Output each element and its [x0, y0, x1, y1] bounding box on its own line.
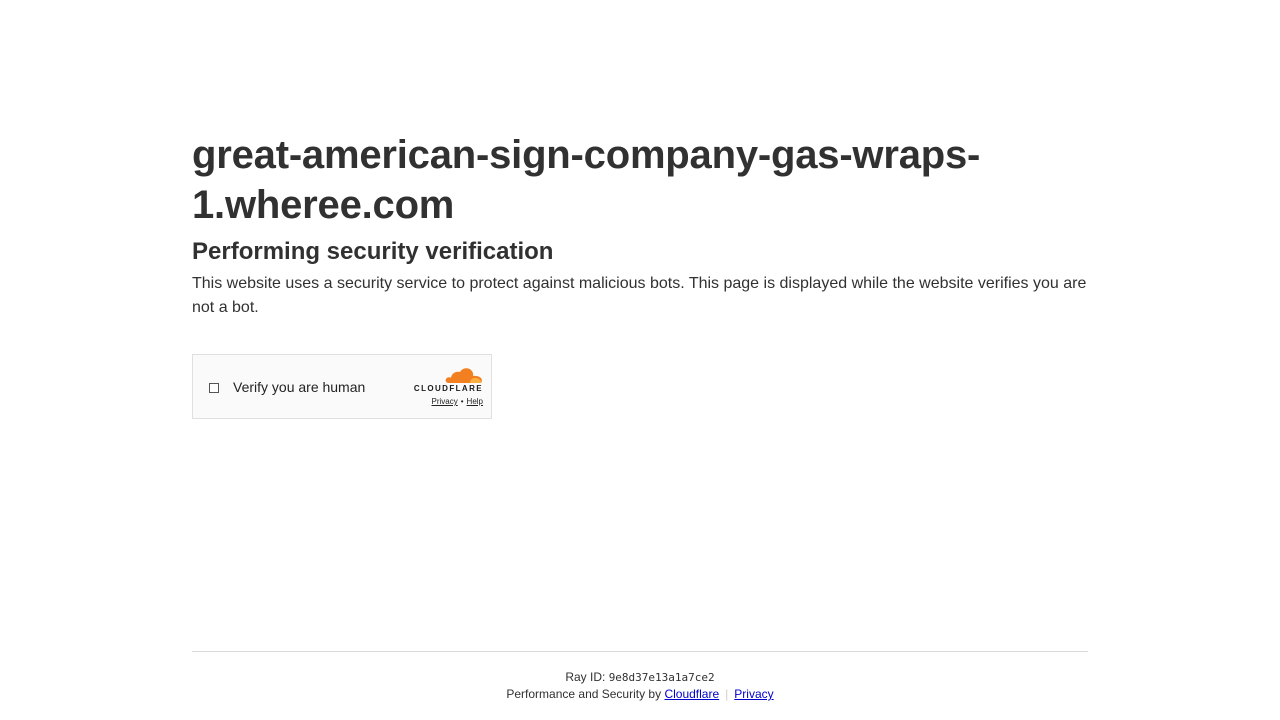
widget-help-link[interactable]: Help — [467, 397, 483, 406]
ray-id-value: 9e8d37e13a1a7ce2 — [608, 671, 715, 684]
performance-row: Performance and Security by Cloudflare | P… — [192, 686, 1088, 703]
verify-label[interactable]: Verify you are human — [233, 379, 365, 396]
cloudflare-logo: CLOUDFLARE — [407, 367, 483, 393]
turnstile-widget: Verify you are human CLOUDFLARE Privacy •… — [192, 354, 492, 419]
widget-privacy-link[interactable]: Privacy — [432, 397, 458, 406]
footer-privacy-link[interactable]: Privacy — [734, 687, 773, 701]
footer-link-divider: | — [725, 687, 729, 701]
ray-id-label: Ray ID: — [565, 670, 606, 684]
page-description: This website uses a security service to … — [192, 275, 1087, 316]
footer: Ray ID: 9e8d37e13a1a7ce2 Performance and… — [192, 669, 1088, 703]
verify-checkbox[interactable] — [209, 383, 219, 393]
footer-divider — [192, 651, 1088, 652]
cloudflare-wordmark: CLOUDFLARE — [413, 384, 483, 393]
ray-id-row: Ray ID: 9e8d37e13a1a7ce2 — [192, 669, 1088, 686]
site-domain-title: great-american-sign-company-gas-wraps-1.… — [192, 133, 981, 227]
widget-links: Privacy • Help — [432, 397, 484, 406]
performance-text: Performance and Security by — [506, 687, 662, 701]
cloudflare-cloud-icon — [445, 368, 482, 383]
widget-links-separator: • — [460, 397, 464, 406]
cloudflare-link[interactable]: Cloudflare — [664, 687, 719, 701]
page-heading: Performing security verification — [192, 238, 554, 265]
main-content: great-american-sign-company-gas-wraps-1.… — [192, 130, 1088, 320]
